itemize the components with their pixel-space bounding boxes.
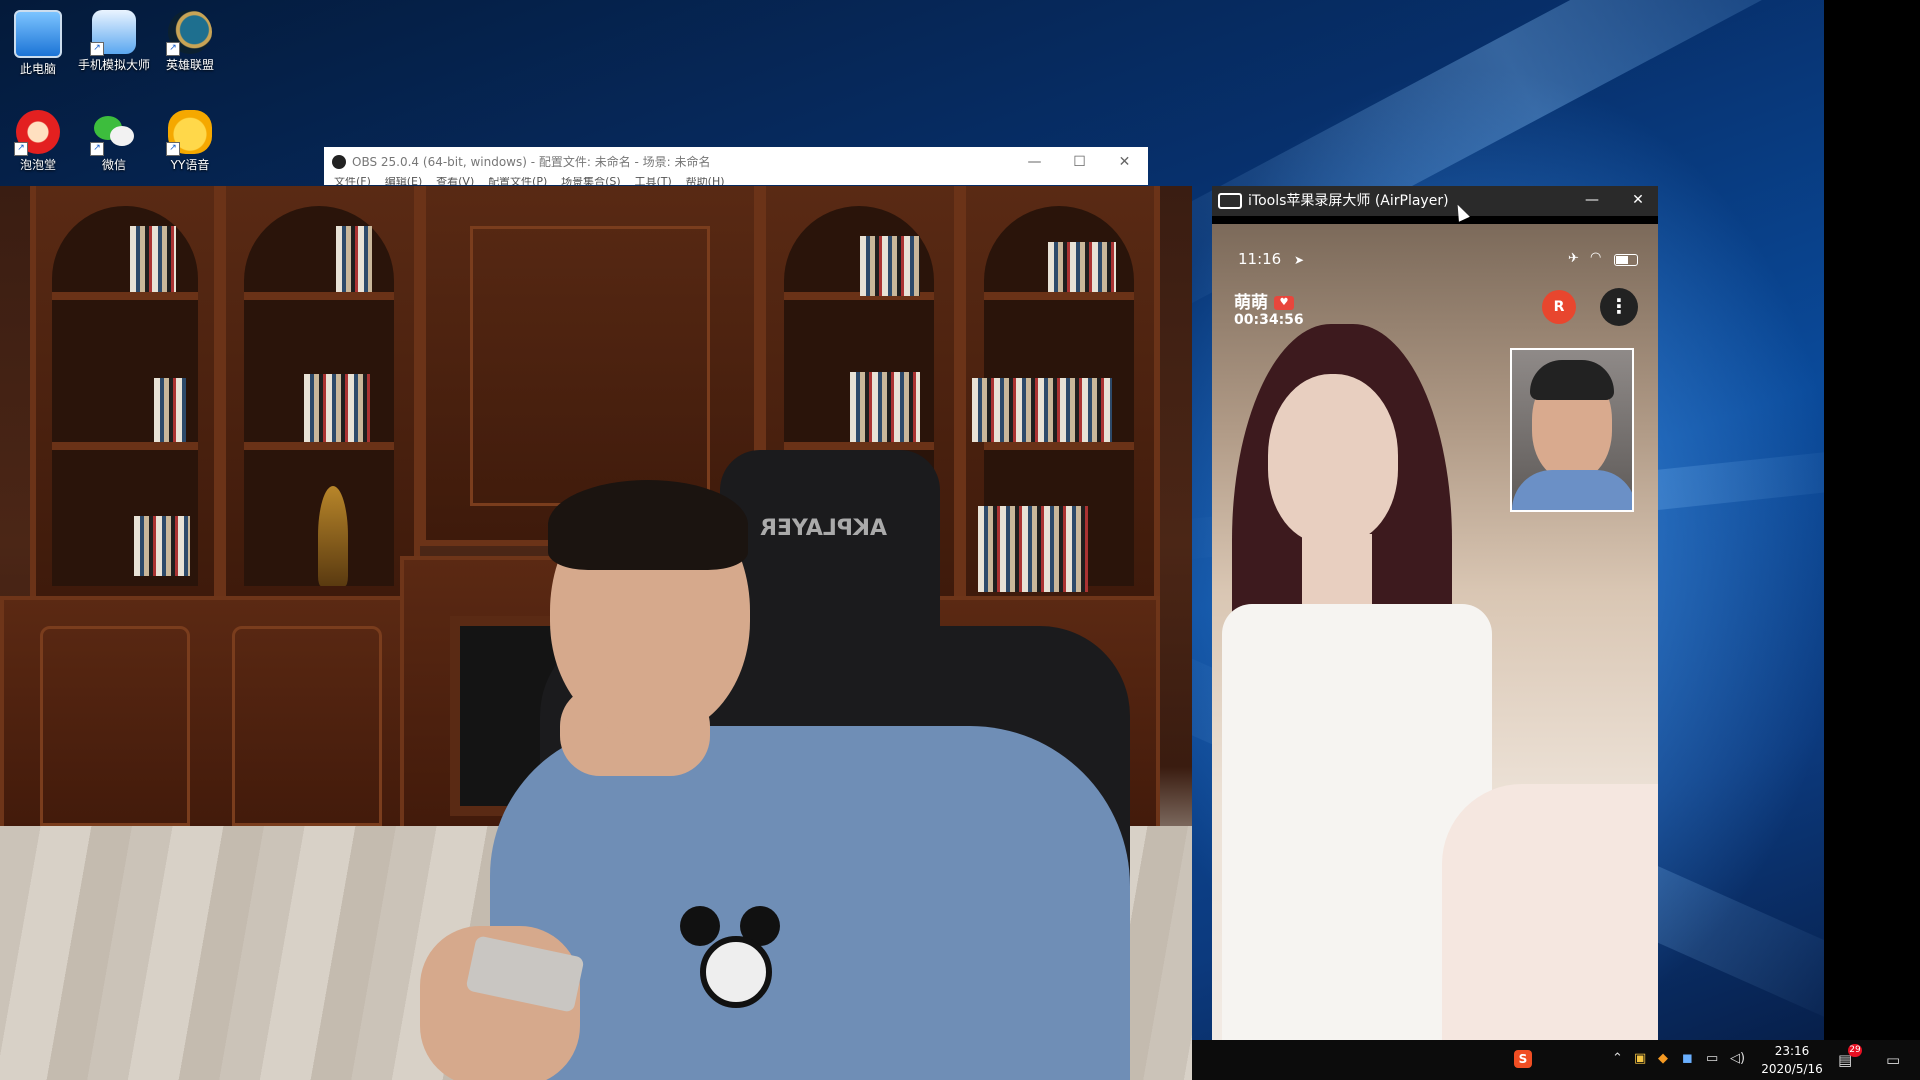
desktop-icon-label: 微信 [101, 158, 126, 172]
call-duration: 00:34:56 [1234, 312, 1304, 328]
desktop-icon-label: 泡泡堂 [19, 158, 56, 172]
desktop-icon-yy[interactable]: ↗ YY语音 [152, 106, 228, 173]
phone-status-time: 11:16 [1238, 250, 1282, 268]
obs-menu-file[interactable]: 文件(F) [334, 177, 371, 185]
obs-close-button[interactable]: ✕ [1102, 147, 1147, 177]
gift-button[interactable]: R [1542, 290, 1576, 324]
bnb-game-icon: ↗ [14, 110, 60, 156]
itools-title-bar[interactable]: iTools苹果录屏大师 (AirPlayer) — ✕ [1212, 186, 1658, 216]
obs-minimize-button[interactable]: — [1012, 147, 1057, 177]
airplay-icon [1218, 193, 1242, 209]
desktop-icon-league-of-legends[interactable]: ↗ 英雄联盟 [152, 6, 228, 73]
yy-voice-icon: ↗ [166, 110, 212, 156]
action-center-icon[interactable]: ▭ [1886, 1051, 1900, 1069]
person-hair [548, 480, 748, 570]
obs-menu-edit[interactable]: 编辑(E) [385, 177, 423, 185]
network-icon[interactable]: ▭ [1706, 1051, 1718, 1066]
wechat-icon: ↗ [90, 110, 136, 156]
obs-menu-bar: 文件(F) 编辑(E) 查看(V) 配置文件(P) 场景集合(S) 工具(T) … [324, 177, 1148, 185]
windows-taskbar: S ⌃ ▣ ◆ ◼ ▭ ◁) 23:16 2020/5/16 ▤ 29 ▭ [1192, 1040, 1920, 1080]
itools-minimize-button[interactable]: — [1574, 186, 1610, 216]
tray-app-icon[interactable]: ◆ [1658, 1051, 1668, 1066]
chair-brand-text: AKPLAYER [760, 516, 888, 541]
battery-icon [1614, 254, 1638, 266]
desktop-icon-bnb[interactable]: ↗ 泡泡堂 [0, 106, 76, 173]
heart-badge-icon: ♥ [1273, 296, 1294, 310]
desktop-icon-label: 手机模拟大师 [77, 58, 150, 72]
desktop-icon-label: 此电脑 [19, 62, 56, 76]
obs-logo-icon [332, 155, 346, 169]
shortcut-arrow-icon: ↗ [166, 42, 180, 56]
sogou-input-icon[interactable]: S [1514, 1050, 1532, 1068]
itools-close-button[interactable]: ✕ [1620, 186, 1656, 216]
obs-window-title: OBS 25.0.4 (64-bit, windows) - 配置文件: 未命名… [352, 155, 711, 169]
more-options-icon[interactable]: ⋮ [1600, 288, 1638, 326]
location-arrow-icon: ➤ [1294, 253, 1305, 267]
clock-date: 2020/5/16 [1761, 1062, 1823, 1076]
shortcut-arrow-icon: ↗ [14, 142, 28, 156]
itools-title-separator [1212, 216, 1658, 224]
desktop-icon-label: YY语音 [170, 158, 210, 172]
desktop-icon-this-pc[interactable]: 此电脑 [0, 6, 76, 77]
desktop-icon-wechat[interactable]: ↗ 微信 [76, 106, 152, 173]
books [130, 226, 176, 292]
obs-maximize-button[interactable]: ☐ [1057, 147, 1102, 177]
tray-app-icon[interactable]: ◼ [1682, 1051, 1693, 1066]
caller-neck [1302, 534, 1372, 614]
show-hidden-icons-chevron-icon[interactable]: ⌃ [1612, 1051, 1623, 1066]
tray-app-icon[interactable]: ▣ [1634, 1051, 1646, 1066]
books [134, 516, 190, 576]
taskbar-clock[interactable]: 23:16 2020/5/16 [1760, 1042, 1824, 1078]
mickey-print [680, 906, 780, 1016]
mirrored-phone-screen[interactable]: 11:16 ➤ ✈ ◠ 萌萌 ♥ 00:34:56 R ⋮ [1212, 224, 1658, 1040]
desktop-icon-label: 英雄联盟 [165, 58, 214, 72]
volume-icon[interactable]: ◁) [1730, 1051, 1745, 1066]
clock-time: 23:16 [1774, 1044, 1810, 1058]
league-of-legends-icon: ↗ [166, 10, 212, 56]
obs-title-bar[interactable]: OBS 25.0.4 (64-bit, windows) - 配置文件: 未命名… [324, 147, 1148, 177]
pip-self-view[interactable] [1510, 348, 1634, 512]
computer-icon [14, 10, 62, 58]
shortcut-arrow-icon: ↗ [90, 42, 104, 56]
obs-menu-help[interactable]: 帮助(H) [686, 177, 725, 185]
desktop-icon-phone-emulator[interactable]: ↗ 手机模拟大师 [76, 6, 152, 73]
shortcut-arrow-icon: ↗ [90, 142, 104, 156]
phone-emulator-icon: ↗ [90, 10, 136, 56]
obs-menu-tools[interactable]: 工具(T) [635, 177, 672, 185]
itools-airplayer-window[interactable]: iTools苹果录屏大师 (AirPlayer) — ✕ 11:16 ➤ ✈ ◠… [1212, 186, 1658, 1040]
trophy [318, 486, 348, 586]
caller-face [1268, 374, 1398, 544]
airplane-mode-icon: ✈ [1568, 251, 1579, 266]
notification-count-badge: 29 [1848, 1044, 1862, 1057]
call-contact-name: 萌萌 ♥ [1234, 288, 1294, 313]
obs-menu-profile[interactable]: 配置文件(P) [488, 177, 547, 185]
obs-window[interactable]: OBS 25.0.4 (64-bit, windows) - 配置文件: 未命名… [324, 147, 1148, 185]
shortcut-arrow-icon: ↗ [166, 142, 180, 156]
webcam-preview: AKPLAYER [0, 186, 1192, 1080]
itools-window-title: iTools苹果录屏大师 (AirPlayer) [1248, 193, 1449, 209]
wifi-icon: ◠ [1590, 250, 1602, 265]
gaming-chair-back [720, 450, 940, 640]
obs-menu-view[interactable]: 查看(V) [436, 177, 474, 185]
books [154, 378, 186, 442]
bedsheet [1442, 784, 1658, 1040]
screen-edge [1824, 0, 1920, 1080]
obs-menu-scene-collection[interactable]: 场景集合(S) [561, 177, 621, 185]
person-torso [490, 726, 1130, 1080]
